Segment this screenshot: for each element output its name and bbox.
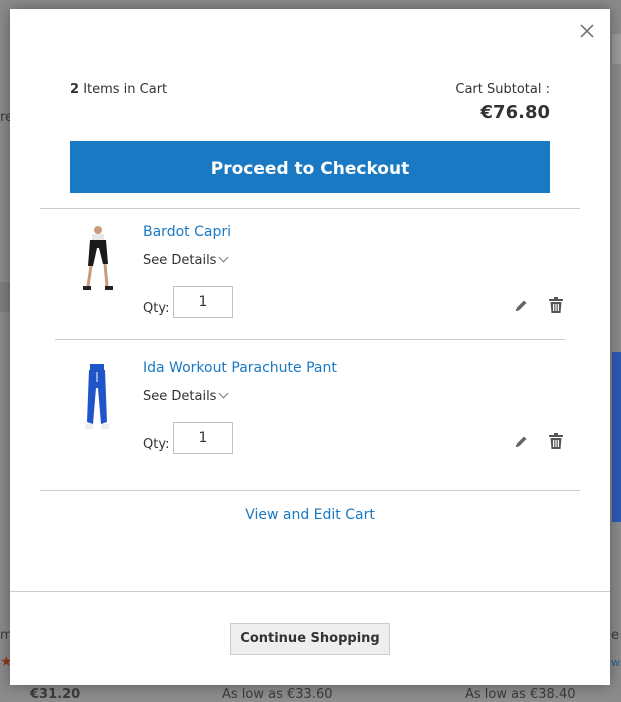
close-icon[interactable] bbox=[578, 22, 596, 40]
divider bbox=[40, 208, 580, 209]
bg-block bbox=[0, 282, 10, 312]
items-count-label: Items in Cart bbox=[83, 82, 168, 97]
trash-icon[interactable] bbox=[548, 296, 564, 314]
see-details-label: See Details bbox=[143, 253, 217, 268]
minicart-modal: 2 Items in Cart Cart Subtotal : €76.80 P… bbox=[10, 9, 610, 685]
edit-pencil-icon[interactable] bbox=[513, 434, 529, 450]
chevron-down-icon bbox=[219, 252, 229, 263]
product-name-link[interactable]: Bardot Capri bbox=[143, 224, 231, 240]
subtotal-label: Cart Subtotal : bbox=[455, 82, 550, 97]
items-count-number: 2 bbox=[70, 82, 80, 97]
divider bbox=[55, 339, 565, 340]
see-details-label: See Details bbox=[143, 389, 217, 404]
bg-block bbox=[612, 34, 621, 64]
bg-price: €31.20 bbox=[30, 687, 81, 702]
divider bbox=[40, 490, 580, 491]
view-and-edit-cart-link[interactable]: View and Edit Cart bbox=[10, 507, 610, 523]
bg-product-image bbox=[612, 352, 621, 522]
bg-link: ws bbox=[611, 656, 621, 669]
trash-icon[interactable] bbox=[548, 432, 564, 450]
footer-divider bbox=[10, 591, 610, 592]
product-thumbnail[interactable] bbox=[70, 360, 122, 440]
bg-price: As low as €38.40 bbox=[465, 687, 576, 702]
see-details-toggle[interactable]: See Details bbox=[143, 388, 229, 404]
proceed-to-checkout-button[interactable]: Proceed to Checkout bbox=[70, 141, 550, 193]
bg-text: e bbox=[611, 628, 619, 643]
product-name-link[interactable]: Ida Workout Parachute Pant bbox=[143, 360, 337, 376]
cart-item: Bardot Capri See Details Qty: 1 bbox=[40, 216, 580, 341]
continue-shopping-button[interactable]: Continue Shopping bbox=[230, 623, 390, 655]
qty-label: Qty: bbox=[143, 437, 170, 452]
items-count: 2 Items in Cart bbox=[70, 82, 167, 97]
qty-input[interactable]: 1 bbox=[173, 286, 233, 318]
qty-input[interactable]: 1 bbox=[173, 422, 233, 454]
qty-label: Qty: bbox=[143, 301, 170, 316]
see-details-toggle[interactable]: See Details bbox=[143, 252, 229, 268]
chevron-down-icon bbox=[219, 388, 229, 399]
bg-price: As low as €33.60 bbox=[222, 687, 333, 702]
subtotal-value: €76.80 bbox=[480, 102, 550, 123]
edit-pencil-icon[interactable] bbox=[513, 298, 529, 314]
product-thumbnail[interactable] bbox=[70, 224, 122, 304]
cart-item: Ida Workout Parachute Pant See Details Q… bbox=[40, 352, 580, 477]
